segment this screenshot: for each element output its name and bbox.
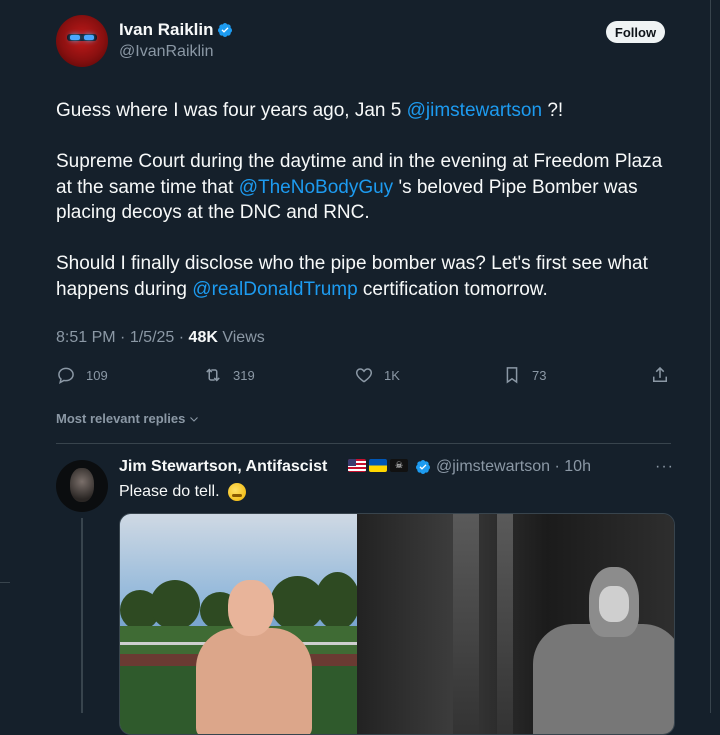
meta-separator: · bbox=[120, 329, 126, 346]
tweet-paragraph: Supreme Court during the daytime and in … bbox=[56, 149, 676, 226]
thread-line bbox=[81, 518, 83, 713]
divider bbox=[56, 443, 671, 444]
avatar-glow-right bbox=[84, 35, 94, 40]
share-button[interactable] bbox=[650, 365, 680, 385]
author-avatar[interactable] bbox=[56, 15, 108, 67]
photo-person-body bbox=[196, 628, 312, 734]
action-bar: 109 319 1K 73 bbox=[56, 365, 670, 387]
views-count: 48K bbox=[188, 329, 218, 346]
like-icon bbox=[355, 368, 373, 383]
us-flag-icon bbox=[348, 459, 366, 472]
mention-link[interactable]: @jimstewartson bbox=[407, 100, 542, 121]
avatar-glow-left bbox=[70, 35, 80, 40]
tweet-paragraph: Should I finally disclose who the pipe b… bbox=[56, 251, 676, 302]
tweet-text: Guess where I was four years ago, Jan 5 … bbox=[56, 98, 676, 328]
photo-person-head bbox=[228, 580, 274, 636]
tweet-date[interactable]: 1/5/25 bbox=[130, 329, 174, 346]
reply-count: 109 bbox=[86, 367, 108, 383]
tweet-time[interactable]: 8:51 PM bbox=[56, 329, 116, 346]
meta-separator: · bbox=[554, 458, 560, 475]
tree bbox=[150, 580, 200, 630]
tree bbox=[315, 572, 357, 630]
reply-text-content: Please do tell. bbox=[119, 483, 220, 500]
avatar-face bbox=[70, 468, 94, 502]
chevron-down-icon bbox=[190, 416, 199, 422]
right-rail bbox=[710, 0, 720, 713]
mention-link[interactable]: @TheNoBodyGuy bbox=[239, 177, 393, 198]
more-options-button[interactable]: ··· bbox=[655, 458, 674, 476]
reply-handle-time: @jimstewartson · 10h bbox=[436, 458, 591, 476]
photo-hooded-body bbox=[533, 624, 674, 734]
like-count: 1K bbox=[384, 367, 400, 383]
tweet-text-segment: Guess where I was four years ago, Jan 5 bbox=[56, 100, 407, 121]
tweet-text-segment: ?! bbox=[542, 100, 564, 121]
repost-button[interactable]: 319 bbox=[203, 365, 255, 385]
reply-author-avatar[interactable] bbox=[56, 460, 108, 512]
reply-text: Please do tell. bbox=[119, 483, 246, 501]
bookmark-icon bbox=[506, 367, 518, 384]
verified-badge-icon bbox=[218, 23, 233, 37]
photo-column bbox=[497, 514, 513, 734]
verified-badge-icon bbox=[416, 460, 431, 474]
meta-separator: · bbox=[178, 329, 185, 346]
photo-hooded-face bbox=[599, 586, 629, 622]
bookmark-button[interactable]: 73 bbox=[502, 365, 546, 385]
views-label: Views bbox=[222, 329, 265, 346]
repost-count: 319 bbox=[233, 367, 255, 383]
reply-author-name[interactable]: Jim Stewartson, Antifascist bbox=[119, 458, 327, 476]
reply-media[interactable] bbox=[119, 513, 675, 735]
name-flags: ☠ bbox=[348, 459, 408, 472]
reply-time[interactable]: 10h bbox=[564, 458, 591, 475]
reply-handle[interactable]: @jimstewartson bbox=[436, 458, 550, 475]
pirate-flag-icon: ☠ bbox=[390, 459, 408, 472]
tweet-meta: 8:51 PM · 1/5/25 · 48K Views bbox=[56, 329, 265, 347]
media-photo-left bbox=[120, 514, 357, 734]
follow-button[interactable]: Follow bbox=[606, 21, 665, 43]
photo-column bbox=[453, 514, 479, 734]
tweet-paragraph: Guess where I was four years ago, Jan 5 … bbox=[56, 98, 676, 124]
reply-icon bbox=[58, 367, 74, 384]
left-rail bbox=[0, 0, 10, 713]
bookmark-count: 73 bbox=[532, 367, 547, 383]
replies-sort-label: Most relevant replies bbox=[56, 411, 186, 426]
saluting-face-emoji-icon bbox=[227, 483, 246, 501]
reply-button[interactable]: 109 bbox=[56, 365, 108, 385]
mention-link[interactable]: @realDonaldTrump bbox=[192, 279, 357, 300]
author-name[interactable]: Ivan Raiklin bbox=[119, 20, 213, 40]
media-photo-right bbox=[357, 514, 674, 734]
share-icon bbox=[653, 366, 667, 382]
ukraine-flag-icon bbox=[369, 459, 387, 472]
replies-sort-dropdown[interactable]: Most relevant replies bbox=[56, 411, 200, 426]
repost-icon bbox=[206, 368, 220, 382]
author-handle[interactable]: @IvanRaiklin bbox=[119, 43, 214, 61]
rail-divider bbox=[0, 582, 10, 583]
tweet-text-segment: certification tomorrow. bbox=[357, 278, 548, 300]
like-button[interactable]: 1K bbox=[354, 365, 400, 385]
